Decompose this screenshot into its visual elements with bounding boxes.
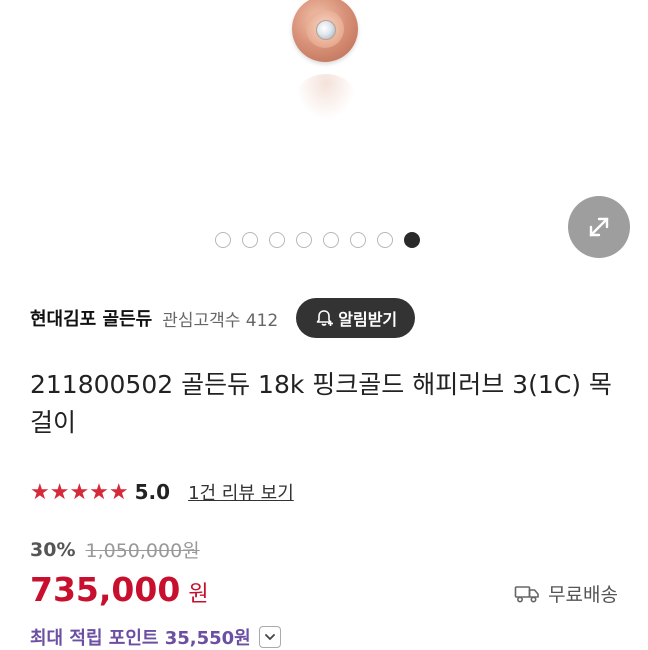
alarm-button[interactable]: 알림받기 bbox=[296, 298, 416, 338]
gallery-pagination bbox=[215, 232, 420, 248]
interest-count: 관심고객수 412 bbox=[162, 310, 279, 331]
chevron-down-icon bbox=[264, 634, 275, 641]
original-price: 1,050,000원 bbox=[85, 540, 200, 562]
gallery-dot[interactable] bbox=[323, 232, 339, 248]
max-points: 최대 적립 포인트 35,550원 bbox=[30, 628, 251, 649]
discount-row: 30% 1,050,000원 bbox=[30, 536, 200, 563]
expand-image-button[interactable] bbox=[568, 196, 630, 258]
product-image-gallery[interactable] bbox=[0, 0, 648, 270]
product-image-reflection bbox=[296, 74, 356, 120]
rating-score: 5.0 bbox=[134, 480, 171, 504]
price-row: 735,000 원 bbox=[30, 570, 209, 609]
sale-price: 735,000 bbox=[30, 570, 181, 609]
seller-name[interactable]: 현대김포 골든듀 bbox=[30, 305, 152, 331]
price-currency: 원 bbox=[188, 582, 209, 607]
expand-icon bbox=[589, 217, 609, 237]
gallery-dot[interactable] bbox=[350, 232, 366, 248]
discount-rate: 30% bbox=[30, 538, 76, 561]
truck-icon bbox=[514, 585, 539, 603]
gallery-dot[interactable] bbox=[242, 232, 258, 248]
points-row: 최대 적립 포인트 35,550원 bbox=[30, 624, 281, 650]
rating-row: ★★★★★ 5.0 1건 리뷰 보기 bbox=[30, 478, 294, 506]
bell-plus-icon bbox=[316, 310, 334, 326]
product-image bbox=[292, 0, 358, 62]
gallery-dot[interactable] bbox=[269, 232, 285, 248]
gallery-dot[interactable] bbox=[215, 232, 231, 248]
gallery-dot-active[interactable] bbox=[404, 232, 420, 248]
seller-info: 현대김포 골든듀 관심고객수 412 알림받기 bbox=[30, 298, 416, 338]
gallery-dot[interactable] bbox=[377, 232, 393, 248]
points-expand-button[interactable] bbox=[258, 626, 281, 648]
review-link[interactable]: 1건 리뷰 보기 bbox=[188, 479, 294, 505]
delivery-label: 무료배송 bbox=[548, 584, 618, 606]
delivery-info: 무료배송 bbox=[514, 580, 618, 607]
star-rating-icon: ★★★★★ bbox=[30, 479, 129, 505]
product-title: 211800502 골든듀 18k 핑크골드 해피러브 3(1C) 목걸이 bbox=[30, 370, 612, 437]
alarm-button-label: 알림받기 bbox=[338, 310, 398, 329]
gallery-dot[interactable] bbox=[296, 232, 312, 248]
